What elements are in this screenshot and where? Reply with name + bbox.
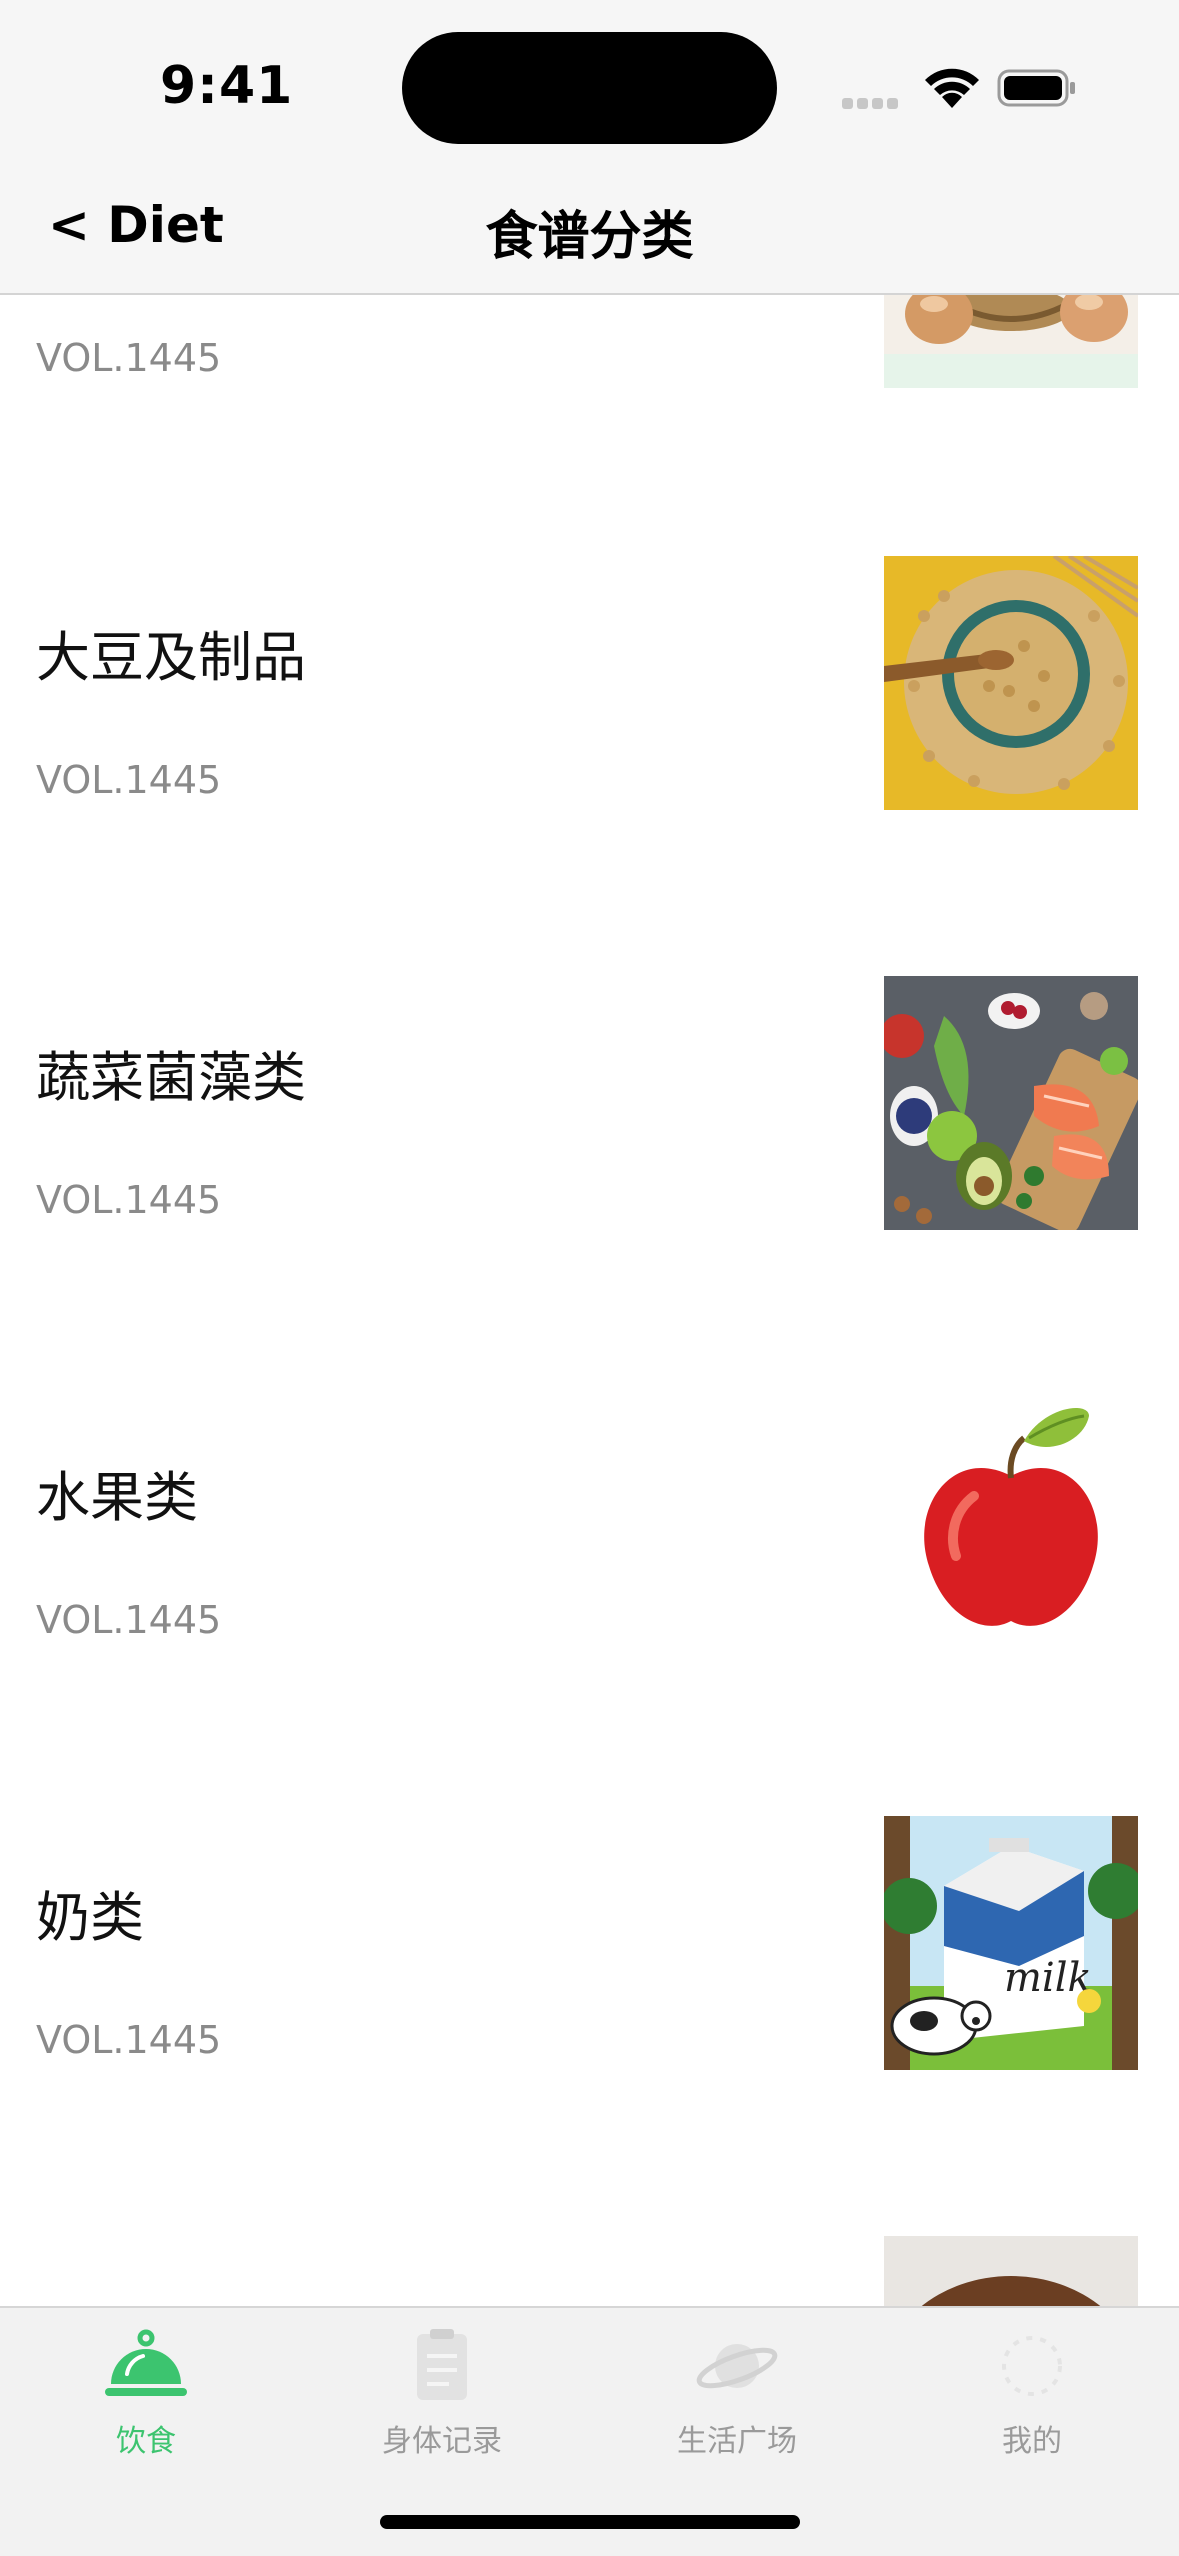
list-item[interactable]: 水果类 VOL.1445 — [0, 1360, 1179, 1780]
item-title: 蔬菜菌藻类 — [36, 1046, 306, 1109]
list-item[interactable]: 奶类 VOL.1445 milk — [0, 1780, 1179, 2200]
item-title: 水果类 — [36, 1466, 198, 1529]
navigation-bar: < Diet 食谱分类 — [0, 170, 1179, 295]
tab-mine[interactable]: 我的 — [912, 2326, 1152, 2460]
home-indicator — [380, 2515, 800, 2529]
tab-label: 我的 — [1002, 2424, 1062, 2459]
nuts-bowl-image — [884, 2236, 1138, 2308]
status-time: 9:41 — [160, 56, 294, 116]
item-volume-label: VOL.1445 — [36, 1178, 222, 1222]
tab-diet[interactable]: 饮食 — [26, 2326, 266, 2460]
item-volume-label: VOL.1445 — [36, 758, 222, 802]
planet-icon — [696, 2344, 778, 2389]
svg-text:milk: milk — [1004, 1955, 1092, 2001]
item-volume-label: VOL.1445 — [36, 2018, 222, 2062]
vegetables-salmon-image — [884, 976, 1138, 1230]
tab-label: 身体记录 — [382, 2424, 502, 2459]
item-title: 大豆及制品 — [36, 626, 306, 689]
cellular-signal-icon — [842, 94, 904, 109]
soybeans-image — [884, 556, 1138, 810]
list-item[interactable]: 油脂类 — [0, 2200, 1179, 2308]
page-title: 食谱分类 — [485, 207, 694, 267]
cloche-icon — [105, 2329, 187, 2396]
clipboard-icon — [417, 2329, 467, 2400]
item-volume-label: VOL.1445 — [36, 336, 222, 380]
battery-icon — [997, 69, 1075, 107]
tab-label: 生活广场 — [677, 2424, 797, 2459]
item-volume-label: VOL.1445 — [36, 1598, 222, 1642]
status-bar: 9:41 — [0, 0, 1179, 170]
milk-carton-cow-image: milk — [884, 1816, 1138, 2070]
list-item[interactable]: 蔬菜菌藻类 VOL.1445 — [0, 940, 1179, 1360]
red-apple-image — [884, 1396, 1138, 1650]
tab-label: 饮食 — [116, 2424, 176, 2459]
dynamic-island — [402, 32, 777, 144]
tab-body-record[interactable]: 身体记录 — [322, 2326, 562, 2460]
tab-life-square[interactable]: 生活广场 — [617, 2326, 857, 2460]
wifi-icon — [925, 68, 979, 108]
item-title: 奶类 — [36, 1886, 144, 1949]
app-screen: VOL.1445 大豆及制品 VOL.1445 蔬菜菌藻类 VOL.1445 水… — [0, 0, 1179, 2556]
recipe-category-list[interactable]: VOL.1445 大豆及制品 VOL.1445 蔬菜菌藻类 VOL.1445 水… — [0, 0, 1179, 2308]
list-item[interactable]: 大豆及制品 VOL.1445 — [0, 520, 1179, 940]
profile-icon — [1002, 2336, 1062, 2396]
